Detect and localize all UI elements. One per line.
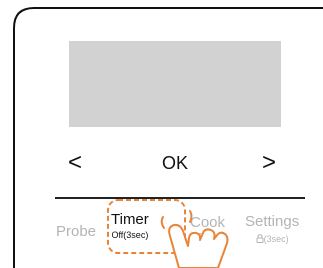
left-arrow-button[interactable]: <: [68, 150, 88, 176]
lock-icon: [256, 234, 264, 243]
tab-timer[interactable]: Timer Off(3sec): [111, 211, 149, 241]
tab-settings[interactable]: Settings (3sec): [245, 213, 300, 245]
tab-timer-sub: Off(3sec): [111, 230, 149, 240]
tab-settings-sub-text: (3sec): [263, 234, 289, 244]
tab-cook-time-line2: Time: [190, 231, 223, 248]
tab-settings-label: Settings: [245, 213, 300, 230]
tab-probe[interactable]: Probe: [56, 224, 96, 240]
tab-cook-time-line1: Cook: [190, 214, 226, 231]
tab-settings-sub: (3sec): [245, 234, 299, 244]
tab-timer-label: Timer: [111, 211, 149, 228]
display-screen: [69, 41, 281, 127]
right-arrow-button[interactable]: >: [262, 150, 282, 176]
ok-button[interactable]: OK: [150, 150, 200, 176]
divider-line: [55, 197, 305, 199]
tab-probe-label: Probe: [56, 223, 97, 240]
tab-cook-time[interactable]: Cook Time: [190, 214, 225, 248]
control-panel: < OK > Probe Timer Off(3sec) Cook Time S…: [0, 0, 323, 268]
